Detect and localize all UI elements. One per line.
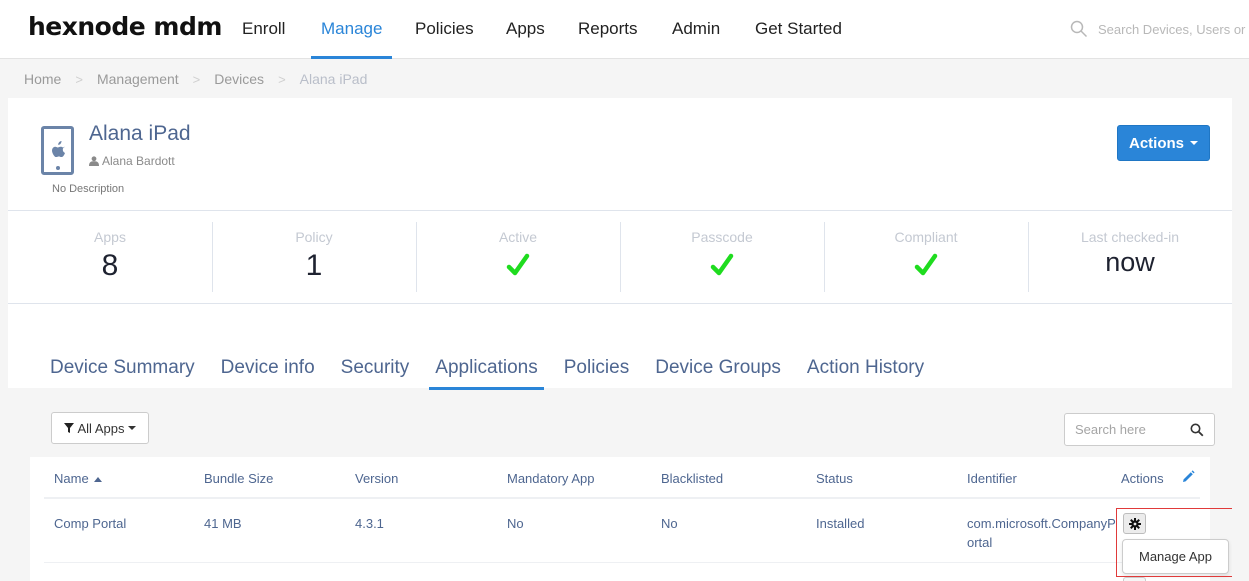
global-search-placeholder[interactable]: Search Devices, Users or P xyxy=(1098,22,1249,37)
gear-icon xyxy=(1128,517,1141,530)
apps-table: Name Bundle Size Version Mandatory App B… xyxy=(30,457,1210,581)
tab-action-history[interactable]: Action History xyxy=(807,357,924,387)
stat-apps[interactable]: Apps 8 xyxy=(8,211,212,303)
nav-get-started[interactable]: Get Started xyxy=(755,19,842,59)
device-actions-button[interactable]: Actions xyxy=(1117,125,1210,161)
filter-icon xyxy=(63,423,74,433)
stat-last-checked-in: Last checked-in now xyxy=(1028,211,1232,303)
app-status: Installed xyxy=(816,516,865,531)
column-header-bundle-size[interactable]: Bundle Size xyxy=(204,471,273,486)
sort-ascending-icon xyxy=(93,477,102,483)
page-gutter xyxy=(1232,59,1249,581)
stat-label: Passcode xyxy=(691,229,753,245)
nav-admin[interactable]: Admin xyxy=(672,19,720,59)
nav-apps[interactable]: Apps xyxy=(506,19,545,59)
app-filter-label: All Apps xyxy=(77,420,125,436)
top-navbar: hexnode mdm Enroll Manage Policies Apps … xyxy=(0,0,1249,59)
app-search-box[interactable] xyxy=(1064,413,1215,446)
table-row: Comp Portal 41 MB 4.3.1 No No Installed … xyxy=(44,499,1200,563)
check-icon xyxy=(914,253,938,276)
check-icon xyxy=(710,253,734,276)
column-header-identifier[interactable]: Identifier xyxy=(967,471,1017,486)
user-icon xyxy=(89,156,99,166)
tab-security[interactable]: Security xyxy=(341,357,410,387)
breadcrumb-separator: > xyxy=(192,71,201,87)
breadcrumb-devices[interactable]: Devices xyxy=(214,71,264,87)
tab-device-groups[interactable]: Device Groups xyxy=(655,357,781,387)
stat-value: now xyxy=(1105,247,1155,277)
app-mandatory: No xyxy=(507,516,524,531)
row-actions-gear-button[interactable] xyxy=(1123,577,1146,581)
check-icon xyxy=(506,253,530,276)
device-tabs: Device Summary Device info Security Appl… xyxy=(50,357,950,390)
app-filter-dropdown[interactable]: All Apps xyxy=(51,412,149,444)
pencil-icon[interactable] xyxy=(1181,470,1195,484)
device-actions-label: Actions xyxy=(1128,134,1184,152)
app-identifier: com.microsoft.CompanyPortal xyxy=(967,516,1116,550)
caret-down-icon xyxy=(128,426,137,430)
device-name: Alana iPad xyxy=(89,122,191,145)
breadcrumb-home[interactable]: Home xyxy=(24,71,61,87)
app-name[interactable]: Comp Portal xyxy=(54,514,126,533)
column-header-actions: Actions xyxy=(1121,471,1164,486)
breadcrumb-separator: > xyxy=(75,71,83,87)
tab-policies[interactable]: Policies xyxy=(564,357,629,387)
column-header-blacklisted[interactable]: Blacklisted xyxy=(661,471,723,486)
tab-device-info[interactable]: Device info xyxy=(221,357,315,387)
breadcrumb-separator: > xyxy=(278,71,286,87)
device-stats: Apps 8 Policy 1 Active Passcode Complian… xyxy=(8,210,1232,304)
global-search[interactable]: Search Devices, Users or P xyxy=(1070,20,1249,38)
column-header-status[interactable]: Status xyxy=(816,471,853,486)
column-header-version[interactable]: Version xyxy=(355,471,398,486)
caret-down-icon xyxy=(1190,141,1198,145)
app-blacklisted: No xyxy=(661,516,678,531)
ipad-apple-icon xyxy=(41,126,74,175)
stat-label: Apps xyxy=(94,229,126,245)
stat-label: Active xyxy=(498,229,538,245)
nav-reports[interactable]: Reports xyxy=(578,19,638,59)
hexnode-logo[interactable]: hexnode mdm xyxy=(28,12,222,41)
stat-passcode: Passcode xyxy=(620,211,824,303)
nav-policies[interactable]: Policies xyxy=(415,19,474,59)
stat-active: Active xyxy=(416,211,620,303)
tab-applications[interactable]: Applications xyxy=(429,357,545,390)
app-bundle-size: 41 MB xyxy=(204,516,242,531)
search-icon[interactable] xyxy=(1190,423,1204,437)
nav-enroll[interactable]: Enroll xyxy=(242,19,285,59)
search-icon xyxy=(1070,20,1088,38)
stat-compliant: Compliant xyxy=(824,211,1028,303)
stat-value: 1 xyxy=(305,249,323,282)
stat-value: 8 xyxy=(101,249,119,282)
app-search-input[interactable] xyxy=(1075,422,1185,437)
table-header: Name Bundle Size Version Mandatory App B… xyxy=(44,457,1200,499)
device-user: Alana Bardott xyxy=(89,154,175,168)
tab-device-summary[interactable]: Device Summary xyxy=(50,357,195,387)
manage-app-menu-item[interactable]: Manage App xyxy=(1122,539,1229,574)
stat-label: Compliant xyxy=(894,229,958,245)
breadcrumb-current: Alana iPad xyxy=(299,71,368,87)
device-description: No Description xyxy=(52,183,125,195)
row-actions-gear-button[interactable] xyxy=(1123,513,1146,534)
stat-policy[interactable]: Policy 1 xyxy=(212,211,416,303)
stat-label: Policy xyxy=(295,229,333,245)
device-user-name[interactable]: Alana Bardott xyxy=(102,154,175,168)
column-header-name[interactable]: Name xyxy=(54,471,102,486)
breadcrumb-management[interactable]: Management xyxy=(97,71,179,87)
app-version: 4.3.1 xyxy=(355,516,384,531)
nav-manage[interactable]: Manage xyxy=(310,19,393,59)
column-header-mandatory-app[interactable]: Mandatory App xyxy=(507,471,594,486)
breadcrumb: Home > Management > Devices > Alana iPad xyxy=(24,71,367,87)
stat-label: Last checked-in xyxy=(1080,229,1180,245)
